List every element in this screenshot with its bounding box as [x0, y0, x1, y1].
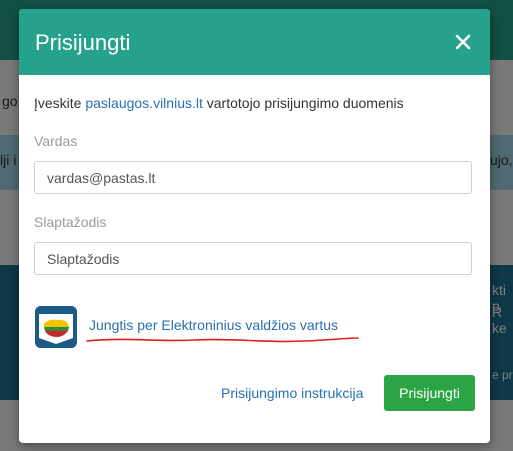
- close-button[interactable]: [452, 31, 474, 53]
- login-instructions-link[interactable]: Prisijungimo instrukcija: [221, 385, 363, 401]
- lithuania-map-icon: [35, 306, 77, 348]
- egov-login-row: Jungtis per Elektroninius valdžios vartu…: [35, 306, 475, 352]
- modal-title: Prisijungti: [35, 30, 131, 55]
- intro-suffix: vartotojo prisijungimo duomenis: [202, 95, 404, 111]
- username-label: Vardas: [34, 133, 78, 149]
- site-link[interactable]: paslaugos.vilnius.lt: [85, 95, 203, 111]
- red-underline-annotation: [86, 337, 359, 343]
- egov-logo-icon[interactable]: [35, 306, 77, 348]
- password-input[interactable]: [34, 242, 472, 275]
- login-modal: Prisijungti Įveskite paslaugos.vilnius.l…: [19, 9, 490, 443]
- intro-prefix: Įveskite: [34, 95, 86, 111]
- password-label: Slaptažodis: [34, 214, 107, 230]
- username-input[interactable]: [34, 161, 472, 194]
- close-icon: [455, 34, 471, 50]
- login-button[interactable]: Prisijungti: [384, 375, 475, 411]
- intro-text: Įveskite paslaugos.vilnius.lt vartotojo …: [34, 95, 404, 111]
- modal-header: Prisijungti: [19, 9, 490, 75]
